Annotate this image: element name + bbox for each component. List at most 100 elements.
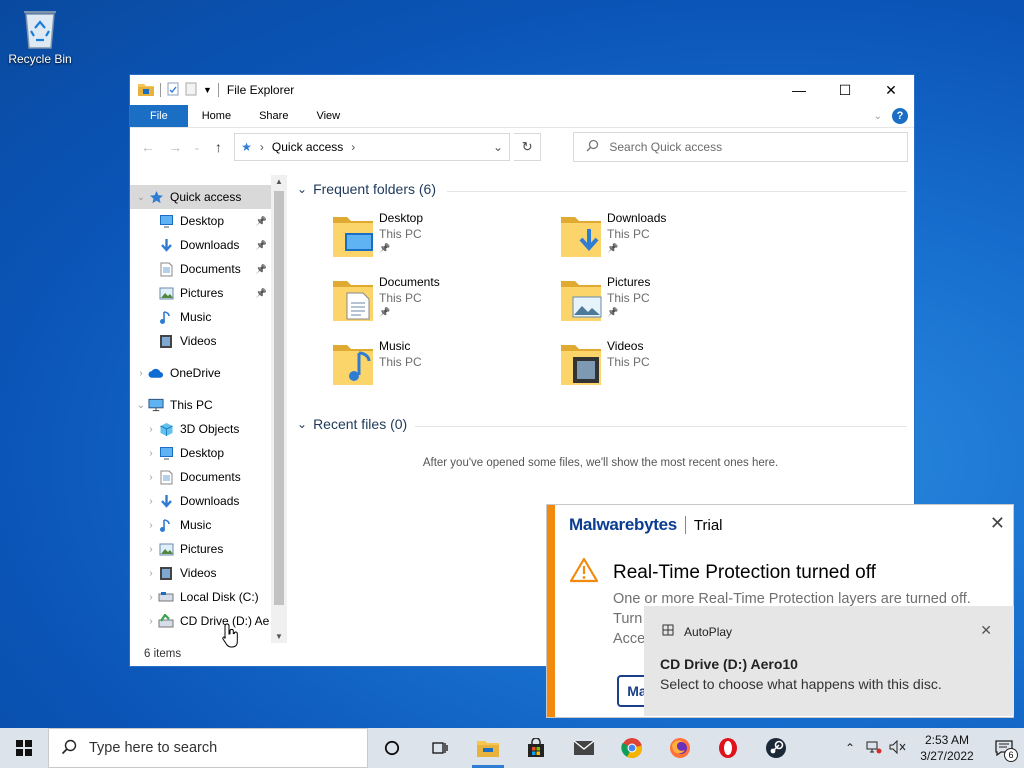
volume-muted-icon[interactable] bbox=[886, 739, 910, 757]
maximize-icon[interactable]: ☐ bbox=[822, 75, 868, 105]
chevron-right-icon[interactable]: › bbox=[144, 544, 158, 555]
back-arrow-icon[interactable]: ← bbox=[136, 135, 159, 159]
chevron-expand-icon[interactable]: ⌄ bbox=[134, 192, 148, 203]
tab-share[interactable]: Share bbox=[245, 105, 302, 127]
nav-item-3d-objects[interactable]: › 3D Objects bbox=[130, 417, 271, 441]
music-note-icon bbox=[158, 309, 174, 325]
folder-tile-documents[interactable]: Documents This PC 📌 bbox=[331, 275, 531, 335]
start-button[interactable] bbox=[0, 728, 48, 768]
cortana-icon[interactable] bbox=[368, 728, 416, 768]
separator bbox=[684, 516, 686, 534]
expand-ribbon-icon[interactable]: ⌄ bbox=[874, 111, 882, 122]
chevron-right-icon[interactable]: › bbox=[144, 472, 158, 483]
scroll-down-icon[interactable]: ▼ bbox=[271, 632, 287, 641]
minimize-icon[interactable]: — bbox=[776, 75, 822, 105]
close-icon[interactable]: ✕ bbox=[990, 513, 1005, 534]
forward-arrow-icon[interactable]: → bbox=[163, 135, 186, 159]
divider bbox=[415, 426, 907, 427]
search-box[interactable] bbox=[573, 132, 909, 162]
properties-icon[interactable] bbox=[167, 82, 179, 99]
folder-tile-downloads[interactable]: Downloads This PC 📌 bbox=[559, 211, 759, 271]
recent-files-header[interactable]: ⌄ Recent files (0) bbox=[297, 416, 407, 432]
folder-tile-videos[interactable]: Videos This PC bbox=[559, 339, 759, 399]
nav-item-cd-drive-d-ae[interactable]: › CD Drive (D:) Ae bbox=[130, 609, 271, 633]
ribbon-tabs: File Home Share View ⌄ ? bbox=[130, 105, 914, 128]
opera-icon[interactable] bbox=[704, 728, 752, 768]
show-hidden-icons-icon[interactable]: ⌃ bbox=[838, 741, 862, 755]
nav-item-downloads[interactable]: Downloads 📌 bbox=[130, 233, 271, 257]
taskbar-clock[interactable]: 2:53 AM 3/27/2022 bbox=[910, 732, 984, 764]
drive-icon bbox=[158, 589, 174, 605]
tab-view[interactable]: View bbox=[302, 105, 354, 127]
folder-tile-desktop[interactable]: Desktop This PC 📌 bbox=[331, 211, 531, 271]
chevron-right-icon[interactable]: › bbox=[144, 448, 158, 459]
chevron-expand-icon[interactable]: ⌄ bbox=[134, 400, 148, 411]
scroll-up-icon[interactable]: ▲ bbox=[271, 177, 287, 186]
nav-item-label: Downloads bbox=[180, 238, 240, 252]
refresh-icon[interactable]: ↻ bbox=[513, 133, 542, 161]
search-input[interactable] bbox=[609, 140, 890, 154]
chevron-right-icon[interactable]: › bbox=[144, 616, 158, 627]
nav-item-pictures[interactable]: › Pictures bbox=[130, 537, 271, 561]
chevron-right-icon[interactable]: › bbox=[144, 496, 158, 507]
task-view-icon[interactable] bbox=[416, 728, 464, 768]
steam-icon[interactable] bbox=[752, 728, 800, 768]
nav-item-music[interactable]: Music bbox=[130, 305, 271, 329]
frequent-folders-header[interactable]: ⌄ Frequent folders (6) bbox=[297, 181, 436, 197]
file-explorer-taskbar-icon[interactable] bbox=[464, 728, 512, 768]
tab-home[interactable]: Home bbox=[188, 105, 245, 127]
chevron-right-icon[interactable]: › bbox=[144, 520, 158, 531]
folder-name: Documents bbox=[379, 275, 440, 289]
nav-item-desktop[interactable]: Desktop 📌 bbox=[130, 209, 271, 233]
mail-icon[interactable] bbox=[560, 728, 608, 768]
nav-item-quick-access[interactable]: ⌄ Quick access bbox=[130, 185, 271, 209]
nav-item-documents[interactable]: Documents 📌 bbox=[130, 257, 271, 281]
new-folder-icon[interactable] bbox=[185, 82, 197, 99]
address-bar[interactable]: ★ › Quick access › ⌄ bbox=[234, 133, 510, 161]
customize-toolbar-icon[interactable]: ▼ bbox=[203, 85, 212, 95]
nav-item-this-pc[interactable]: ⌄ This PC bbox=[130, 393, 271, 417]
nav-item-documents[interactable]: › Documents bbox=[130, 465, 271, 489]
breadcrumb-quick-access[interactable]: Quick access bbox=[272, 140, 343, 154]
folder-tile-music[interactable]: Music This PC bbox=[331, 339, 531, 399]
film-icon bbox=[158, 333, 174, 349]
nav-item-local-disk-c[interactable]: › Local Disk (C:) bbox=[130, 585, 271, 609]
nav-item-desktop[interactable]: › Desktop bbox=[130, 441, 271, 465]
nav-item-pictures[interactable]: Pictures 📌 bbox=[130, 281, 271, 305]
notification-count-badge: 6 bbox=[1004, 748, 1018, 762]
autoplay-icon bbox=[662, 624, 674, 639]
title-bar[interactable]: ▼ File Explorer — ☐ ✕ bbox=[130, 75, 914, 105]
recycle-bin-desktop-icon[interactable]: Recycle Bin bbox=[4, 6, 76, 66]
autoplay-notification[interactable]: AutoPlay ✕ CD Drive (D:) Aero10 Select t… bbox=[644, 606, 1014, 716]
recent-locations-icon[interactable]: ⌄ bbox=[191, 135, 203, 159]
microsoft-store-icon[interactable] bbox=[512, 728, 560, 768]
close-icon[interactable]: ✕ bbox=[980, 622, 992, 639]
separator bbox=[160, 83, 161, 97]
nav-item-videos[interactable]: › Videos bbox=[130, 561, 271, 585]
chrome-icon[interactable] bbox=[608, 728, 656, 768]
network-icon[interactable] bbox=[862, 740, 886, 757]
action-center-icon[interactable]: 6 bbox=[984, 728, 1024, 768]
address-dropdown-icon[interactable]: ⌄ bbox=[487, 140, 509, 154]
chevron-right-icon[interactable]: › bbox=[144, 568, 158, 579]
taskbar-search[interactable] bbox=[48, 728, 368, 768]
chevron-right-icon[interactable]: › bbox=[144, 424, 158, 435]
folder-tile-pictures[interactable]: Pictures This PC 📌 bbox=[559, 275, 759, 335]
nav-item-downloads[interactable]: › Downloads bbox=[130, 489, 271, 513]
chevron-right-icon[interactable]: › bbox=[144, 592, 158, 603]
chevron-expand-icon[interactable]: › bbox=[134, 368, 148, 379]
nav-item-onedrive[interactable]: › OneDrive bbox=[130, 361, 271, 385]
scroll-thumb[interactable] bbox=[274, 191, 284, 605]
nav-item-music[interactable]: › Music bbox=[130, 513, 271, 537]
desktop-icon bbox=[158, 445, 174, 461]
malwarebytes-brand: Malwarebytes Trial bbox=[569, 515, 723, 535]
nav-scrollbar[interactable]: ▲ ▼ bbox=[271, 175, 287, 643]
up-arrow-icon[interactable]: ↑ bbox=[207, 135, 230, 159]
help-icon[interactable]: ? bbox=[892, 108, 908, 124]
tab-file[interactable]: File bbox=[130, 105, 188, 127]
firefox-icon[interactable] bbox=[656, 728, 704, 768]
chevron-right-icon: › bbox=[351, 140, 356, 154]
nav-item-videos[interactable]: Videos bbox=[130, 329, 271, 353]
taskbar-search-input[interactable] bbox=[89, 740, 349, 756]
close-icon[interactable]: ✕ bbox=[868, 75, 914, 105]
